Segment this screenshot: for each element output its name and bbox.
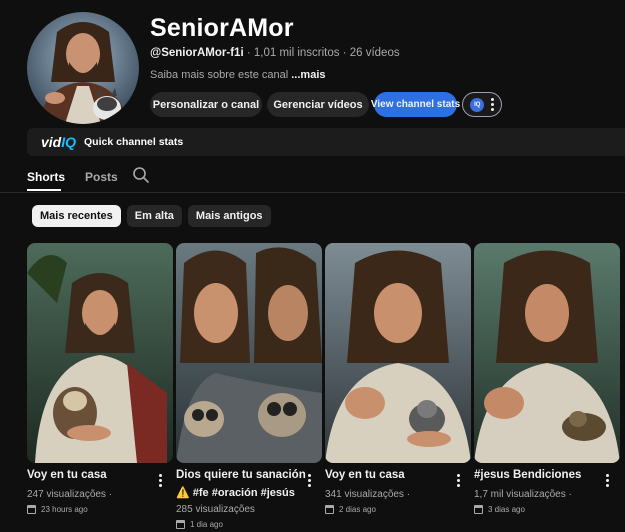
tab-posts[interactable]: Posts	[85, 170, 118, 184]
chip-popular[interactable]: Em alta	[126, 205, 182, 227]
channel-subscribers: · 1,01 mil inscritos · 26 vídeos	[246, 47, 400, 59]
short-card[interactable]: Voy en tu casa 341 visualizações · 2 dia…	[325, 243, 471, 514]
vidiq-menu-button[interactable]: IQ	[462, 92, 502, 117]
more-vert-icon[interactable]	[159, 474, 162, 487]
view-channel-stats-button[interactable]: View channel stats	[371, 92, 460, 117]
more-vert-icon[interactable]	[606, 474, 609, 487]
sort-chips: Mais recentes Em alta Mais antigos	[32, 205, 271, 227]
tabs-divider	[0, 192, 625, 193]
calendar-icon	[27, 505, 36, 514]
short-card[interactable]: #jesus Bendiciones 1,7 mil visualizações…	[474, 243, 620, 514]
short-title[interactable]: Dios quiere tu sanación	[176, 469, 306, 481]
short-hashtags[interactable]: ⚠️ #fe #oración #jesús	[176, 486, 295, 499]
short-title[interactable]: #jesus Bendiciones	[474, 469, 581, 481]
short-card[interactable]: Voy en tu casa 247 visualizações · 23 ho…	[27, 243, 173, 514]
short-title[interactable]: Voy en tu casa	[325, 469, 405, 481]
active-tab-indicator	[27, 189, 61, 191]
channel-avatar[interactable]	[27, 12, 139, 124]
short-views: 247 visualizações ·	[27, 489, 113, 500]
manage-videos-button[interactable]: Gerenciar vídeos	[267, 92, 369, 117]
channel-tabs: Shorts Posts	[27, 162, 138, 192]
channel-handle: @SeniorAMor-f1i	[150, 47, 244, 59]
short-thumbnail[interactable]	[176, 243, 322, 463]
tab-shorts[interactable]: Shorts	[27, 170, 65, 184]
short-views: 1,7 mil visualizações ·	[474, 489, 572, 500]
about-text: Saiba mais sobre este canal	[150, 69, 289, 81]
more-vert-icon[interactable]	[457, 474, 460, 487]
more-vert-icon[interactable]	[308, 474, 311, 487]
vidiq-logo: vidIQ	[41, 134, 77, 150]
about-more-link[interactable]: ...mais	[291, 69, 325, 81]
more-vert-icon	[490, 98, 494, 111]
chip-recent[interactable]: Mais recentes	[32, 205, 121, 227]
chip-oldest[interactable]: Mais antigos	[187, 205, 271, 227]
short-views: 341 visualizações ·	[325, 489, 411, 500]
vidiq-quick-stats-bar[interactable]: vidIQ Quick channel stats	[27, 128, 625, 156]
channel-about[interactable]: Saiba mais sobre este canal ...mais	[150, 69, 326, 81]
vidiq-label: Quick channel stats	[84, 136, 184, 148]
short-date: 3 dias ago	[474, 503, 525, 516]
short-card[interactable]: Dios quiere tu sanación ⚠️ #fe #oración …	[176, 243, 322, 529]
short-date: 1 dia ago	[176, 518, 223, 531]
short-title[interactable]: Voy en tu casa	[27, 469, 107, 481]
channel-meta: @SeniorAMor-f1i · 1,01 mil inscritos · 2…	[150, 47, 400, 59]
channel-title: SeniorAMor	[150, 14, 294, 42]
short-views: 285 visualizações	[176, 504, 255, 515]
customize-channel-button[interactable]: Personalizar o canal	[150, 92, 262, 117]
short-thumbnail[interactable]	[27, 243, 173, 463]
calendar-icon	[325, 505, 334, 514]
calendar-icon	[474, 505, 483, 514]
short-date: 23 hours ago	[27, 503, 88, 516]
short-thumbnail[interactable]	[325, 243, 471, 463]
short-thumbnail[interactable]	[474, 243, 620, 463]
short-date: 2 dias ago	[325, 503, 376, 516]
search-icon[interactable]	[132, 166, 150, 189]
vidiq-badge-icon: IQ	[470, 97, 485, 112]
calendar-icon	[176, 520, 185, 529]
